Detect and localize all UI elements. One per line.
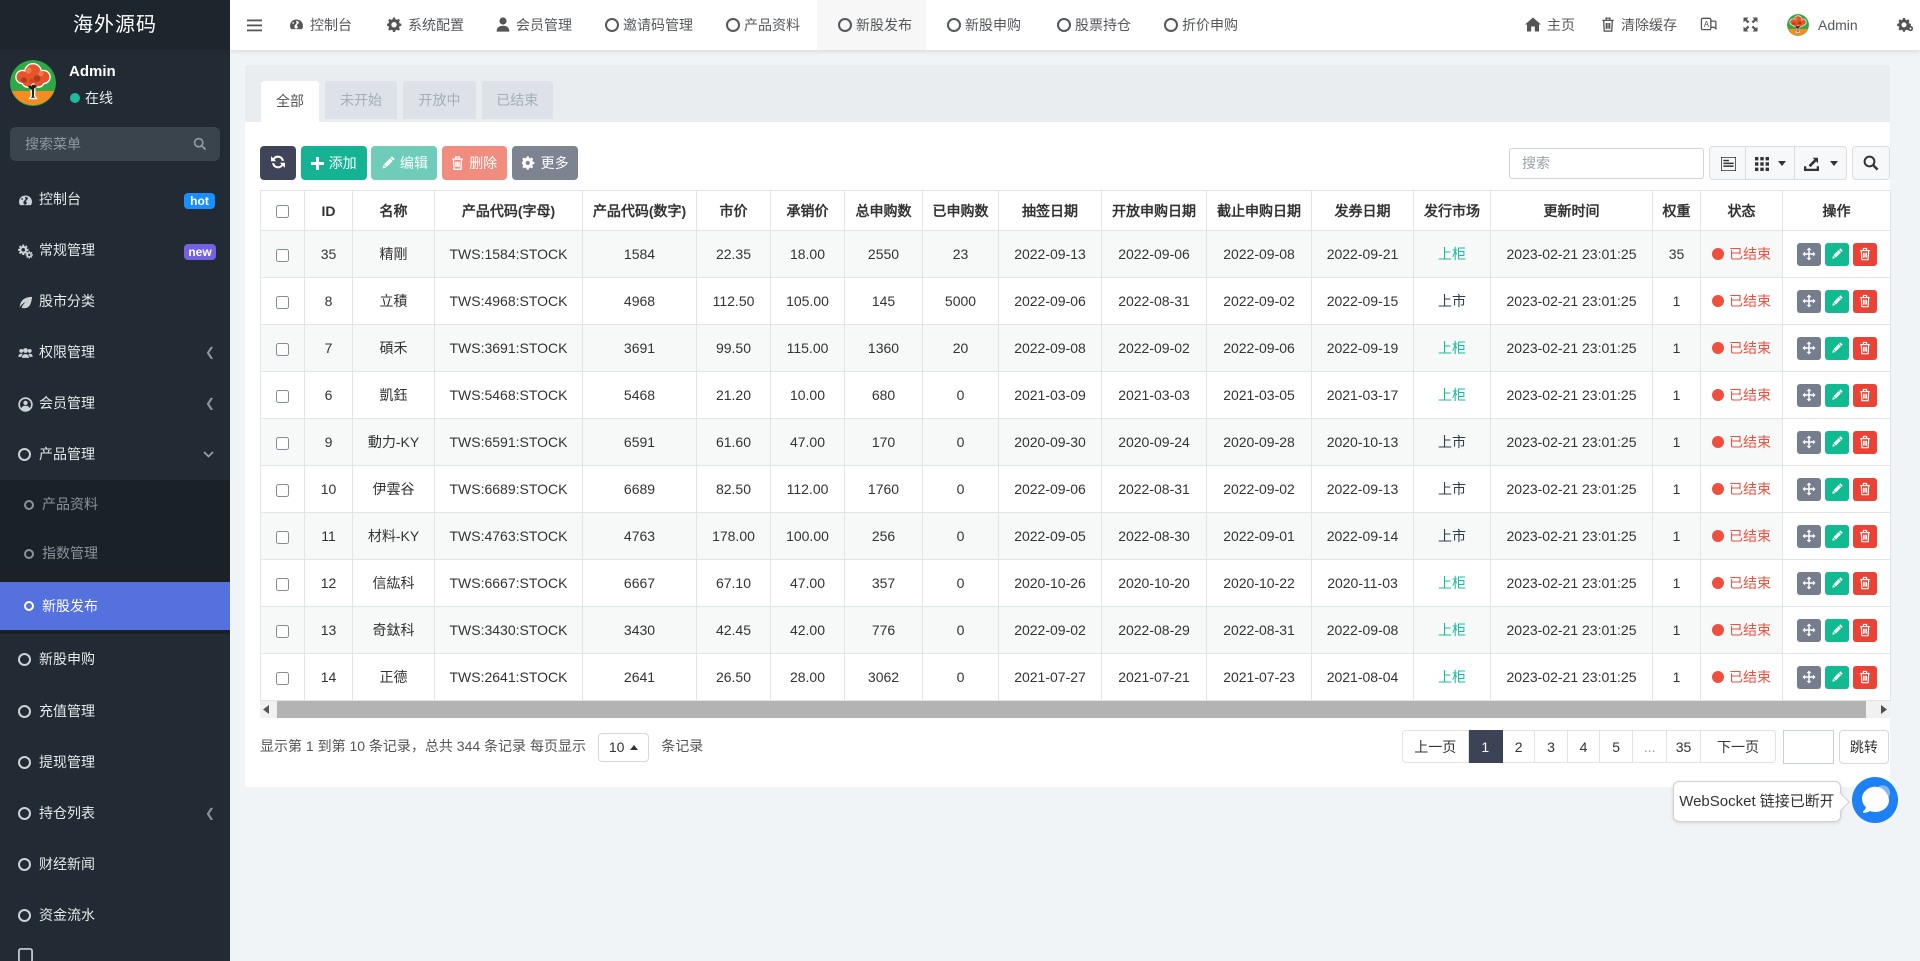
svg-text:A: A bbox=[1704, 20, 1710, 29]
